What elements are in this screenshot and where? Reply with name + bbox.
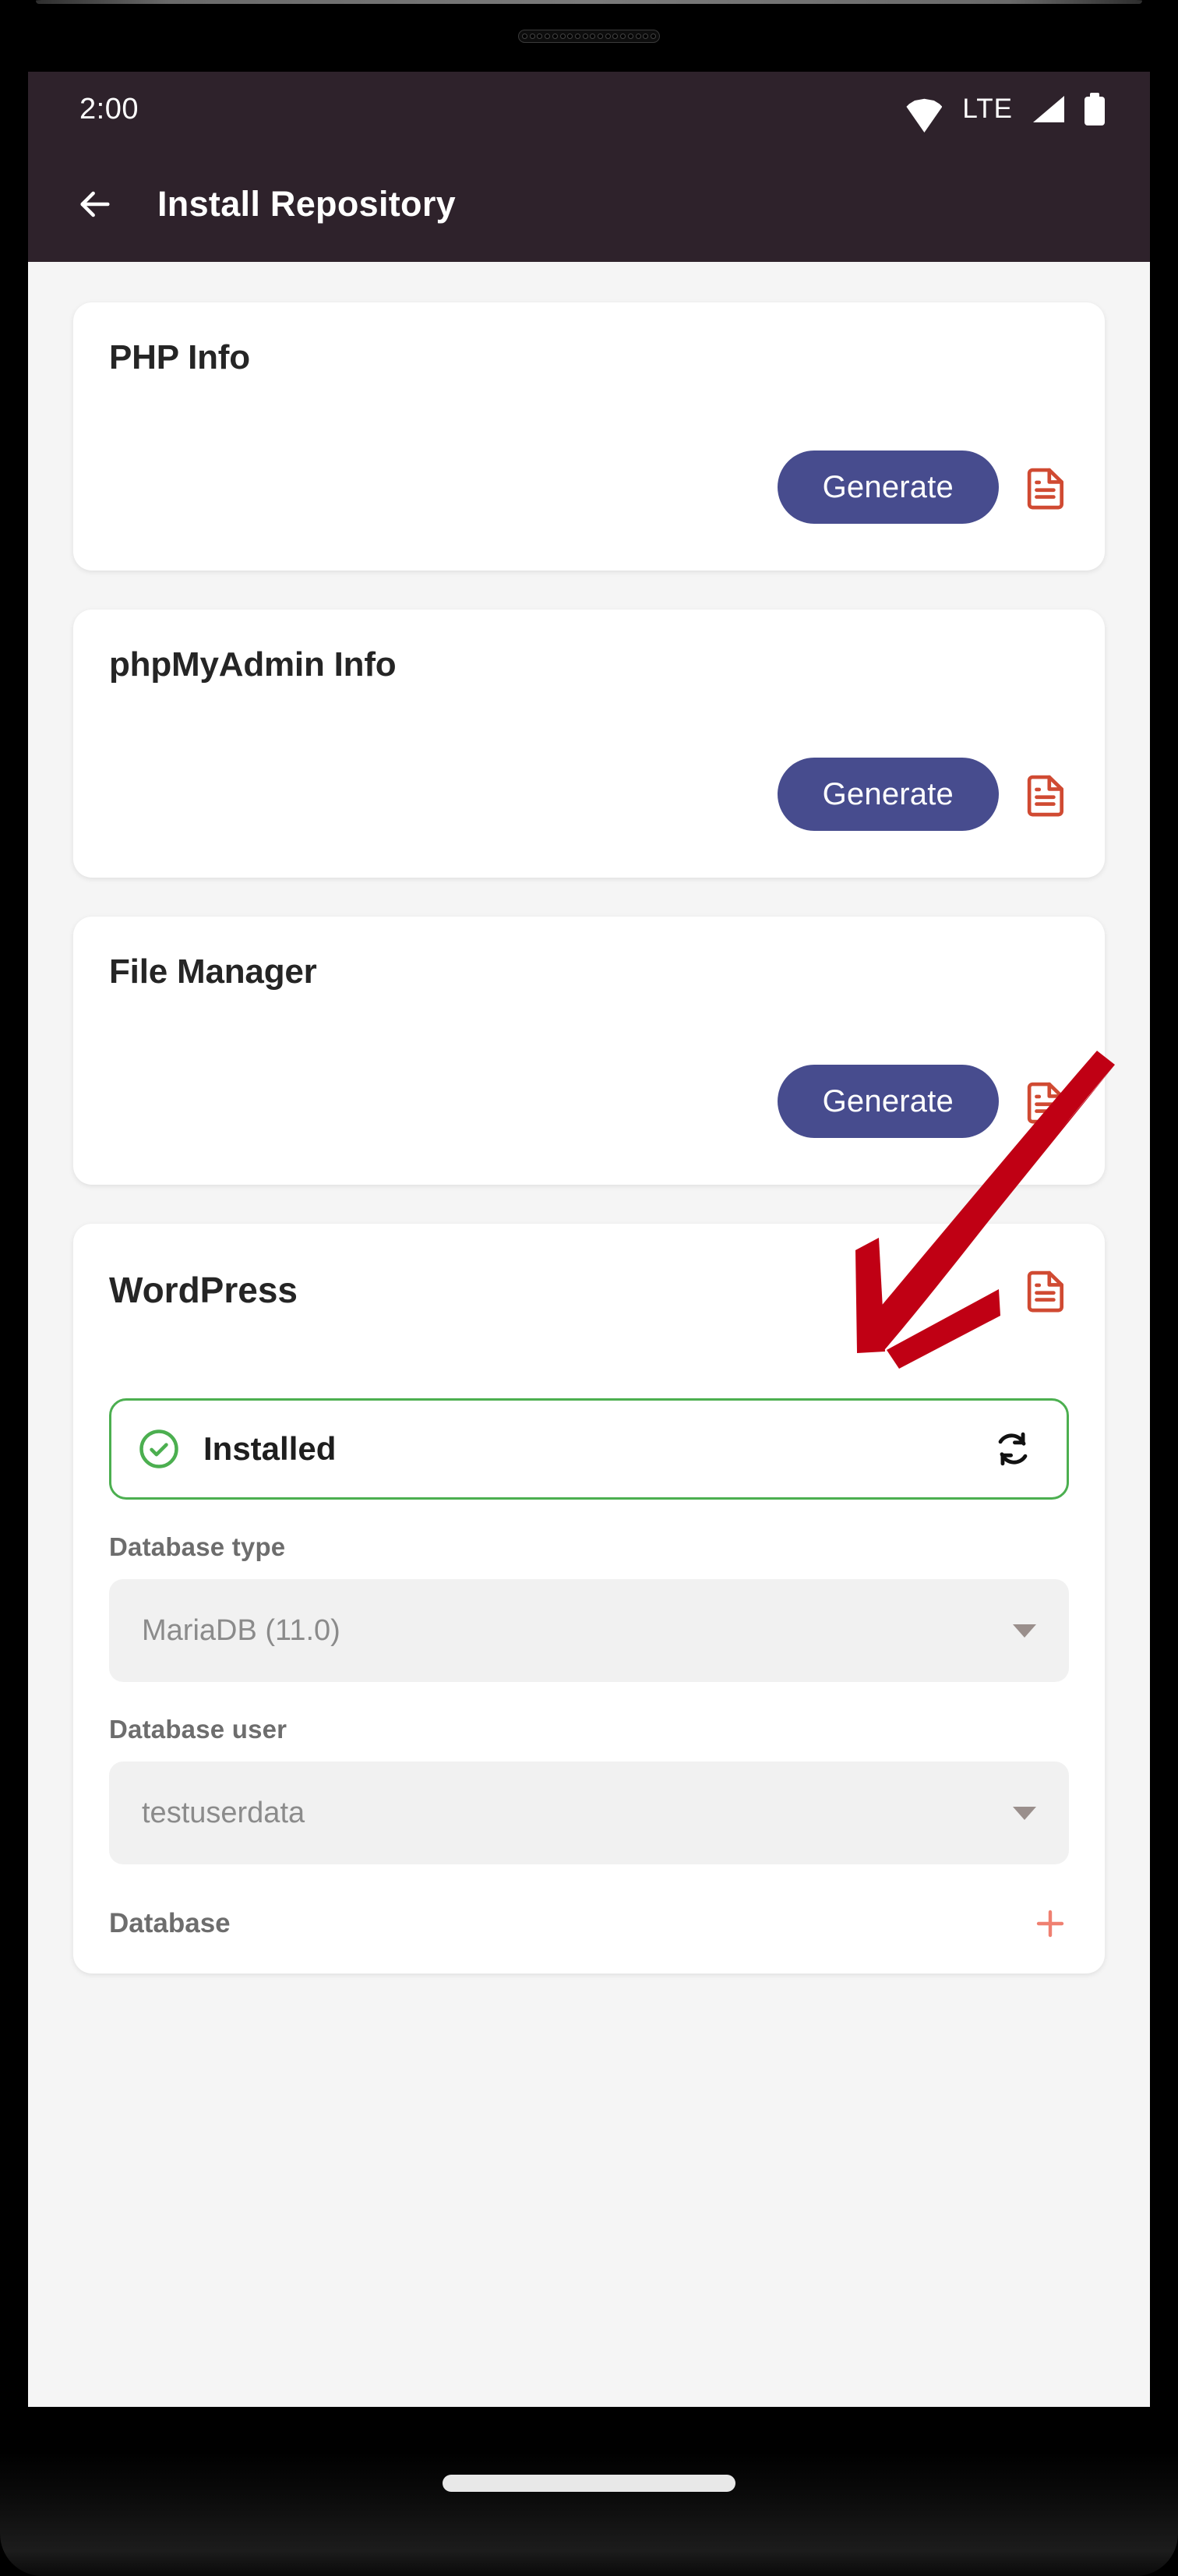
battery-icon — [1085, 93, 1105, 125]
status-bar: 2:00 LTE — [28, 72, 1150, 147]
wifi-icon — [906, 97, 942, 122]
document-icon[interactable] — [1025, 1077, 1069, 1125]
page-title: Install Repository — [157, 184, 456, 224]
device-bottom-bezel — [0, 2451, 1178, 2576]
device-frame: 2:00 LTE Install Repository PHP Info Gen… — [0, 0, 1178, 2576]
tool-card-actions: Generate — [777, 1065, 1069, 1138]
wordpress-card-header: WordPress — [109, 1266, 1069, 1314]
database-type-select[interactable]: MariaDB (11.0) — [109, 1579, 1069, 1682]
document-icon[interactable] — [1025, 1266, 1069, 1314]
generate-button-php-info[interactable]: Generate — [777, 451, 999, 524]
tool-card-actions: Generate — [777, 758, 1069, 831]
install-status-banner: Installed — [109, 1398, 1069, 1500]
generate-button-file-manager[interactable]: Generate — [777, 1065, 999, 1138]
frame-edge-highlight — [36, 0, 1142, 4]
field-label: Database user — [109, 1715, 287, 1744]
home-indicator[interactable] — [443, 2475, 735, 2492]
wordpress-card-title: WordPress — [109, 1270, 298, 1310]
tool-card-actions: Generate — [777, 451, 1069, 524]
app-bar: Install Repository — [28, 147, 1150, 262]
database-row: Database — [109, 1905, 1069, 1974]
select-value: MariaDB (11.0) — [142, 1613, 340, 1647]
generate-button-phpmyadmin-info[interactable]: Generate — [777, 758, 999, 831]
tool-card-title: File Manager — [109, 952, 317, 991]
database-user-select[interactable]: testuserdata — [109, 1762, 1069, 1864]
speaker-grille-icon — [518, 30, 660, 43]
field-database-user: Database user testuserdata — [109, 1715, 1069, 1864]
select-value: testuserdata — [142, 1796, 305, 1829]
chevron-down-icon — [1013, 1624, 1036, 1638]
chevron-down-icon — [1013, 1806, 1036, 1820]
content-scroll-area[interactable]: PHP Info Generate phpMyAdmin Info Genera… — [28, 262, 1150, 2407]
plus-icon[interactable] — [1032, 1905, 1069, 1942]
document-icon[interactable] — [1025, 770, 1069, 818]
status-badge: Installed — [203, 1430, 337, 1467]
phone-screen: 2:00 LTE Install Repository PHP Info Gen… — [28, 72, 1150, 2407]
tool-card-file-manager: File Manager Generate — [73, 917, 1105, 1185]
tool-card-title: phpMyAdmin Info — [109, 645, 397, 684]
tool-card-php-info: PHP Info Generate — [73, 302, 1105, 571]
document-icon[interactable] — [1025, 463, 1069, 511]
field-label: Database type — [109, 1532, 286, 1561]
check-circle-icon — [138, 1428, 180, 1470]
field-database-type: Database type MariaDB (11.0) — [109, 1532, 1069, 1682]
wordpress-card: WordPress Installed Database type MariaD… — [73, 1224, 1105, 1974]
sync-icon[interactable] — [990, 1426, 1035, 1472]
status-bar-time: 2:00 — [79, 92, 139, 125]
field-label: Database — [109, 1908, 231, 1938]
status-bar-icons: LTE — [906, 93, 1105, 125]
network-type-label: LTE — [962, 94, 1013, 124]
tool-card-phpmyadmin-info: phpMyAdmin Info Generate — [73, 610, 1105, 878]
install-status-left: Installed — [138, 1428, 336, 1470]
back-arrow-icon[interactable] — [73, 182, 117, 226]
tool-card-title: PHP Info — [109, 338, 250, 376]
signal-icon — [1033, 96, 1064, 122]
